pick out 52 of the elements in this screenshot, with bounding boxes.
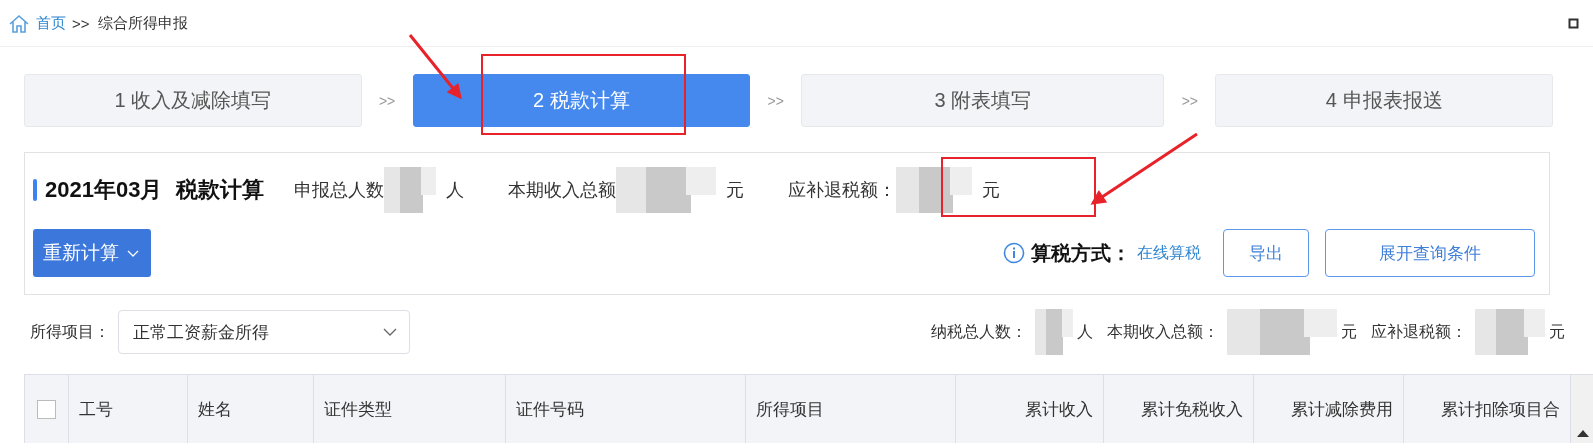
chevron-down-icon (127, 249, 139, 257)
expand-query-button[interactable]: 展开查询条件 (1325, 229, 1535, 277)
stat-label: 申报总人数 (294, 179, 385, 202)
stat-unit: 人 (1077, 321, 1093, 342)
stat-unit: 元 (982, 179, 1001, 202)
column-header: 证件号码 (506, 375, 746, 443)
redacted-value (1035, 309, 1073, 355)
stat-label: 本期收入总额： (1107, 321, 1219, 342)
select-all-checkbox[interactable] (37, 399, 56, 419)
step-separator: >> (377, 92, 397, 109)
column-header: 累计减除费用 (1254, 375, 1404, 443)
stat-label: 纳税总人数： (931, 321, 1027, 342)
step-tab[interactable]: 4 申报表报送 (1215, 74, 1553, 127)
info-icon (1003, 242, 1025, 264)
scroll-up-icon (1576, 429, 1589, 437)
column-header: 所得项目 (746, 375, 956, 443)
stat-unit: 人 (446, 179, 465, 202)
stat-unit: 元 (1549, 321, 1565, 342)
step-separator: >> (766, 92, 785, 109)
home-link[interactable]: 首页 (36, 13, 66, 33)
maximize-icon[interactable] (1568, 17, 1579, 29)
section-title: 税款计算 (176, 176, 265, 204)
column-header: 累计免税收入 (1104, 375, 1254, 443)
title-accent (33, 179, 37, 201)
column-header: 累计收入 (956, 375, 1104, 443)
column-header: 姓名 (188, 375, 314, 443)
scrollbar[interactable] (1571, 375, 1593, 443)
column-header: 证件类型 (314, 375, 506, 443)
redacted-value (1475, 309, 1545, 355)
column-header: 工号 (69, 375, 188, 443)
method-label: 算税方式： (1031, 240, 1131, 266)
recalculate-button[interactable]: 重新计算 (33, 229, 151, 277)
breadcrumb-current: 综合所得申报 (97, 13, 188, 33)
income-type-label: 所得项目： (30, 321, 110, 342)
step-tab[interactable]: 3 附表填写 (801, 74, 1165, 127)
chevron-down-icon (383, 328, 397, 336)
stat-label: 应补退税额： (788, 179, 897, 202)
step-separator: >> (1180, 92, 1200, 109)
breadcrumb-separator: >> (72, 14, 90, 32)
income-type-dropdown[interactable]: 正常工资薪金所得 (118, 310, 410, 354)
stat-unit: 元 (726, 179, 745, 202)
home-icon (8, 12, 30, 34)
stat-unit: 元 (1341, 321, 1357, 342)
annotation-arrow (408, 34, 462, 100)
redacted-value (384, 167, 437, 213)
step-tab[interactable]: 1 收入及减除填写 (24, 74, 362, 127)
export-button[interactable]: 导出 (1223, 229, 1309, 277)
step-tab[interactable]: 2 税款计算 (412, 74, 751, 127)
stat-label: 应补退税额： (1371, 321, 1467, 342)
method-value: 在线算税 (1137, 242, 1201, 263)
period-title: 2021年03月 (45, 176, 163, 204)
stat-label: 本期收入总额 (508, 179, 617, 202)
